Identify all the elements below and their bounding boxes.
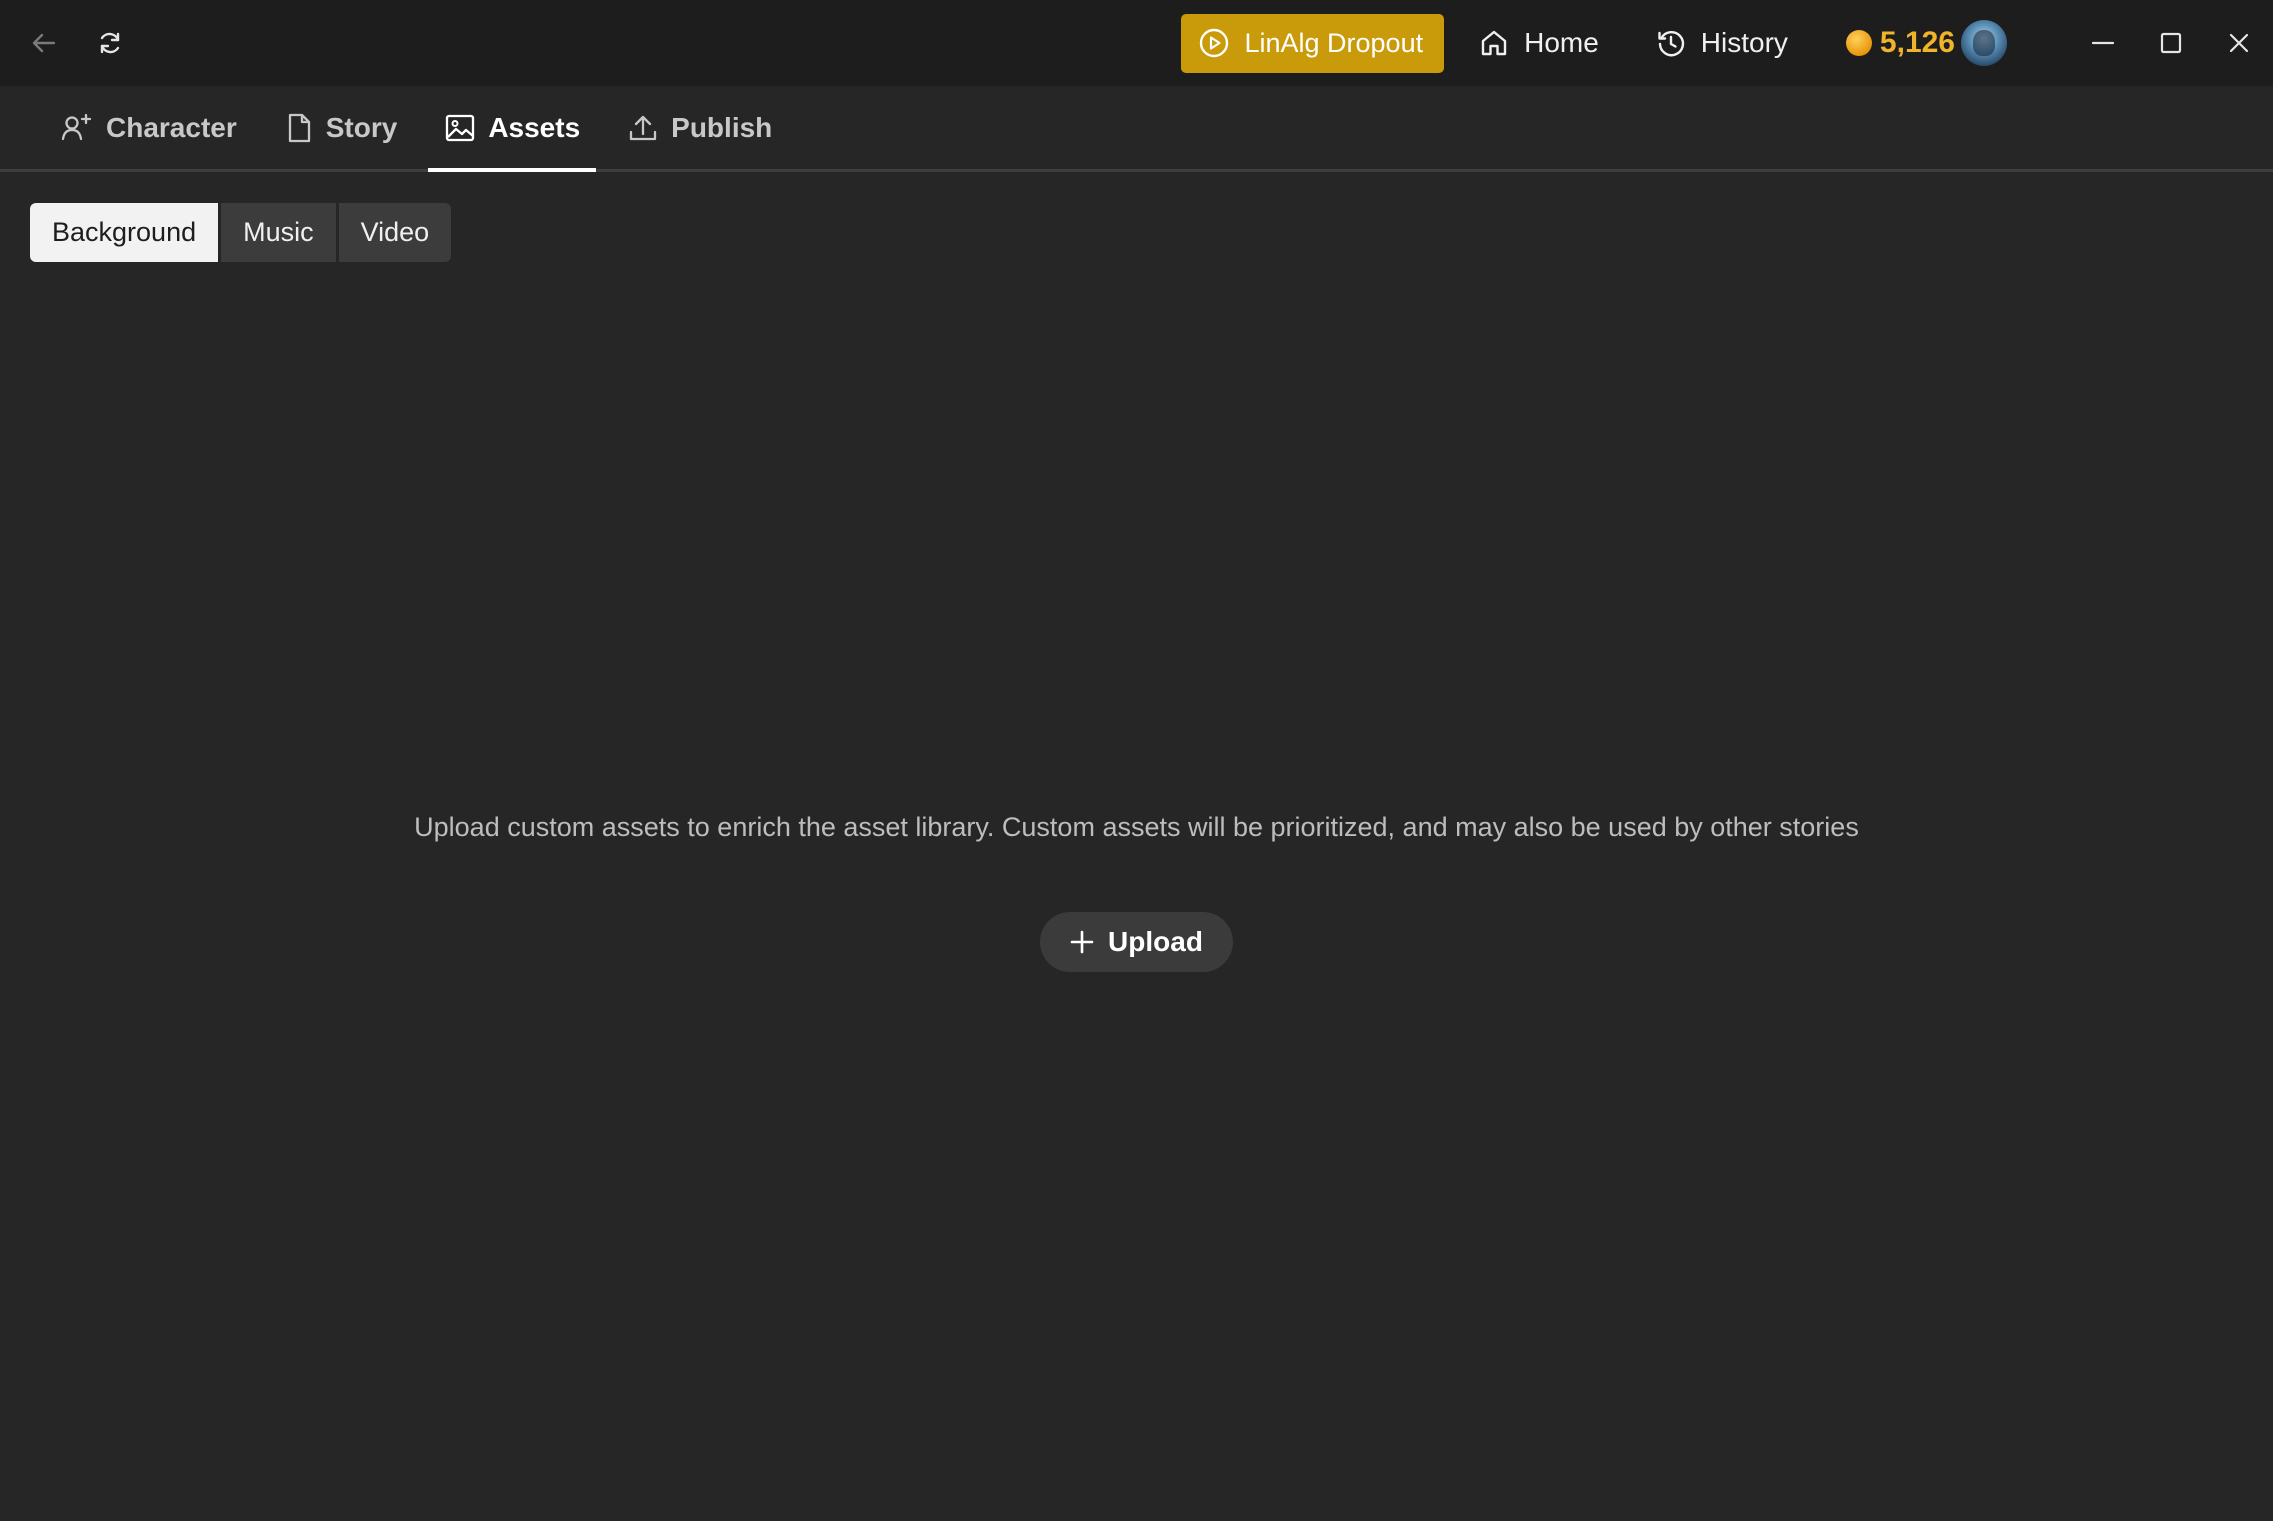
asset-type-tabs: Background Music Video bbox=[30, 203, 452, 262]
coin-icon bbox=[1845, 30, 1872, 56]
tab-label: Story bbox=[325, 111, 398, 143]
play-circle-icon bbox=[1198, 27, 1230, 59]
home-link[interactable]: Home bbox=[1478, 27, 1599, 59]
document-icon bbox=[284, 112, 314, 144]
window-controls bbox=[2069, 0, 2273, 86]
upload-icon bbox=[627, 112, 659, 144]
minimize-icon[interactable] bbox=[2069, 0, 2137, 86]
empty-state-message: Upload custom assets to enrich the asset… bbox=[414, 812, 1859, 842]
upload-label: Upload bbox=[1108, 926, 1203, 957]
home-label: Home bbox=[1524, 27, 1599, 58]
back-arrow-icon[interactable] bbox=[26, 25, 62, 61]
tab-character[interactable]: Character bbox=[44, 86, 253, 169]
tab-background[interactable]: Background bbox=[30, 203, 219, 262]
current-story-button[interactable]: LinAlg Dropout bbox=[1181, 13, 1445, 73]
maximize-icon[interactable] bbox=[2137, 0, 2205, 86]
avatar[interactable] bbox=[1961, 20, 2007, 66]
tab-label: Character bbox=[106, 111, 237, 143]
home-icon bbox=[1478, 27, 1510, 59]
tab-video[interactable]: Video bbox=[338, 203, 452, 262]
title-bar: LinAlg Dropout Home History 5,126 bbox=[0, 0, 2273, 86]
coin-balance[interactable]: 5,126 bbox=[1845, 26, 1955, 60]
story-name: LinAlg Dropout bbox=[1244, 27, 1424, 58]
tab-music[interactable]: Music bbox=[221, 203, 336, 262]
tab-publish[interactable]: Publish bbox=[611, 86, 788, 169]
upload-button[interactable]: Upload bbox=[1040, 912, 1233, 972]
user-add-icon bbox=[60, 112, 94, 144]
tab-story[interactable]: Story bbox=[268, 86, 414, 169]
tab-label: Assets bbox=[488, 111, 581, 143]
image-icon bbox=[444, 112, 476, 144]
coin-balance-value: 5,126 bbox=[1879, 26, 1955, 59]
refresh-icon[interactable] bbox=[92, 25, 128, 61]
history-label: History bbox=[1700, 27, 1788, 58]
plus-icon bbox=[1070, 930, 1094, 954]
history-link[interactable]: History bbox=[1655, 27, 1788, 59]
tab-label: Publish bbox=[671, 111, 773, 143]
main-tab-bar: Character Story Assets Publish bbox=[0, 86, 2273, 172]
history-clock-icon bbox=[1655, 27, 1687, 59]
tab-assets[interactable]: Assets bbox=[428, 86, 597, 172]
close-icon[interactable] bbox=[2205, 0, 2273, 86]
